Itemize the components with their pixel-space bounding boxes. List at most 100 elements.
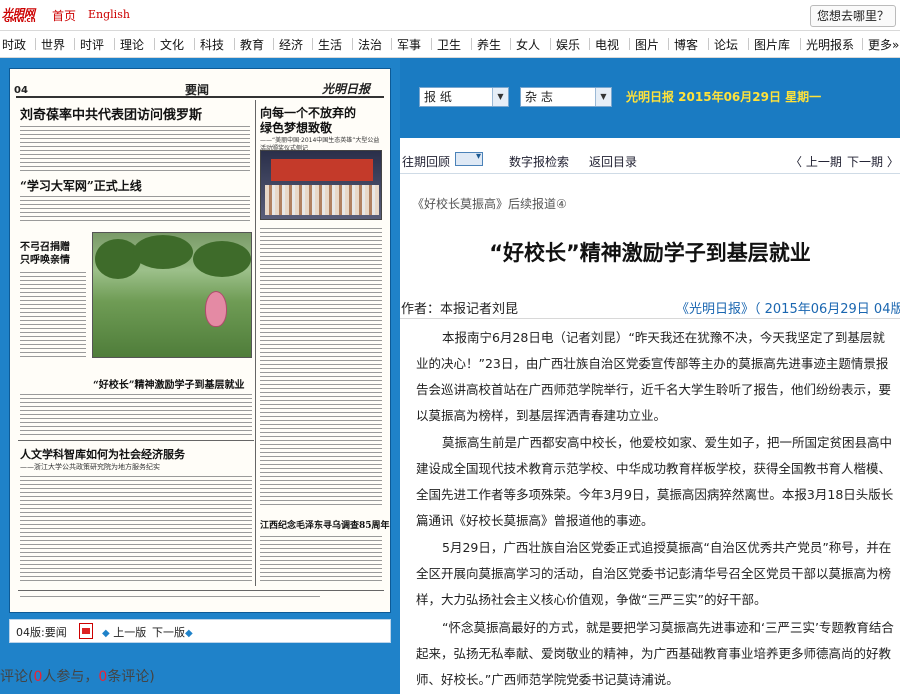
nav-item[interactable]: 时评 — [80, 36, 104, 53]
prev-page-link[interactable]: ◆ 上一版 — [102, 624, 146, 640]
nav-item[interactable]: 论坛 — [714, 36, 738, 53]
digital-search-link[interactable]: 数字报检索 — [509, 153, 569, 170]
paper-select[interactable]: 报 纸 ▼ — [419, 87, 509, 107]
chevron-down-icon: ▼ — [492, 88, 508, 106]
nav-item[interactable]: 更多» — [868, 36, 899, 53]
pdf-icon[interactable] — [79, 623, 93, 639]
page-headline[interactable]: 人文学科智库如何为社会经济服务 — [20, 446, 185, 462]
nav-separator — [800, 38, 801, 50]
page-text-block — [20, 194, 250, 224]
page-number: 04 — [14, 85, 28, 96]
nav-item[interactable]: 生活 — [318, 36, 342, 53]
page-footer-rule — [18, 590, 384, 591]
article-paragraph: “怀念莫振高最好的方式，就是要把学习莫振高先进事迹和‘三严三实’专题教育结合起来… — [416, 620, 894, 687]
nav-separator — [194, 38, 195, 50]
paper-select-value: 报 纸 — [424, 90, 452, 104]
article-series: 《好校长莫振高》后续报道④ — [412, 197, 567, 211]
page-text-block — [20, 392, 252, 436]
next-page-link[interactable]: 下一版◆ — [152, 624, 193, 640]
nav-item[interactable]: 文化 — [160, 36, 184, 53]
nav-item[interactable]: 娱乐 — [556, 36, 580, 53]
nav-item[interactable]: 法治 — [358, 36, 382, 53]
gmw-logo[interactable]: 光明网 GMW.cn — [2, 5, 42, 25]
nav-item[interactable]: 电视 — [595, 36, 619, 53]
nav-separator — [312, 38, 313, 50]
nav-separator — [35, 38, 36, 50]
nav-separator — [668, 38, 669, 50]
chevron-down-icon: ▼ — [595, 88, 611, 106]
nav-separator — [352, 38, 353, 50]
lotus-flower — [205, 291, 227, 327]
comment-count[interactable]: 评论(0人参与，0条评论) — [0, 666, 155, 686]
page-footer-text — [20, 594, 320, 600]
nav-item[interactable]: 图片 — [635, 36, 659, 53]
page-text-block — [260, 534, 382, 584]
nav-item[interactable]: 军事 — [397, 36, 421, 53]
nav-item[interactable]: 女人 — [516, 36, 540, 53]
calendar-icon[interactable] — [455, 151, 483, 166]
article-paragraph: 本报南宁6月28日电（记者刘昆）“昨天我还在犹豫不决，今天我坚定了到基层就业的决… — [416, 330, 892, 423]
comment-prefix: 评论( — [0, 669, 34, 685]
article-divider — [400, 318, 900, 319]
page-text-block — [20, 270, 86, 360]
page-text-block — [20, 474, 252, 584]
nav-item[interactable]: 科技 — [200, 36, 224, 53]
nav-item[interactable]: 教育 — [240, 36, 264, 53]
site-search-dropdown[interactable]: 您想去哪里？ — [810, 5, 896, 27]
arrow-right-icon: ◆ — [185, 628, 193, 639]
masthead-rule — [16, 96, 384, 98]
nav-item[interactable]: 博客 — [674, 36, 698, 53]
past-issues-link[interactable]: 往期回顾 — [402, 153, 450, 170]
ceremony-photo[interactable] — [260, 150, 382, 220]
nav-item[interactable]: 时政 — [2, 36, 26, 53]
tree-shape — [193, 241, 251, 277]
park-photo[interactable] — [92, 232, 252, 358]
stage-banner — [271, 159, 373, 181]
comment-number: 0 — [98, 669, 108, 685]
prev-issue-link[interactable]: 〈 上一期 — [790, 153, 842, 170]
nav-separator — [708, 38, 709, 50]
comment-middle: 人参与， — [42, 669, 99, 685]
nav-item[interactable]: 图片库 — [754, 36, 790, 53]
nav-item[interactable]: 理论 — [120, 36, 144, 53]
next-page-label: 下一版 — [152, 626, 185, 639]
page-column-divider — [255, 100, 256, 586]
nav-separator — [629, 38, 630, 50]
channel-nav: 时政 世界 时评 理论 文化 科技 教育 经济 生活 法治 军事 卫生 养生 女人 娱乐 电视 图片 博客 论坛 图片… — [0, 30, 900, 58]
article-title: “好校长”精神激励学子到基层就业 — [489, 241, 811, 265]
comment-suffix: 条评论) — [107, 669, 155, 685]
nav-separator — [589, 38, 590, 50]
nav-separator — [431, 38, 432, 50]
prev-page-label: 上一版 — [113, 626, 147, 639]
page-pager: 04版:要闻 ◆ 上一版 下一版◆ — [9, 619, 391, 643]
nav-item[interactable]: 光明报系 — [806, 36, 854, 53]
article-author: 作者：本报记者刘昆 — [401, 302, 519, 317]
article-source[interactable]: 《光明日报》（ 2015年06月29日 04版） — [676, 298, 900, 317]
page-headline[interactable]: 不弓召捐赠 只呼唤亲情 — [20, 241, 70, 267]
nav-item[interactable]: 养生 — [477, 36, 501, 53]
nav-item[interactable]: 经济 — [279, 36, 303, 53]
top-bar: 光明网 GMW.cn 首页 English 您想去哪里？ — [0, 0, 900, 30]
nav-item[interactable]: 世界 — [41, 36, 65, 53]
home-link[interactable]: 首页 — [52, 7, 76, 24]
back-to-contents-link[interactable]: 返回目录 — [589, 153, 637, 170]
article-paragraph: 莫振高生前是广西都安高中校长，他爱校如家、爱生如子，把一所国定贫困县高中建设成全… — [416, 435, 894, 528]
nav-item[interactable]: 卫生 — [437, 36, 461, 53]
article-paragraph: 5月29日，广西壮族自治区党委正式追授莫振高“自治区优秀共产党员”称号，并在全区… — [416, 540, 892, 607]
magazine-select[interactable]: 杂 志 ▼ — [520, 87, 612, 107]
page-headline[interactable]: 江西纪念毛泽东寻乌调查85周年 — [260, 518, 390, 531]
logo-subtext: GMW.cn — [4, 16, 36, 24]
page-divider — [18, 440, 254, 441]
next-issue-link[interactable]: 下一期 〉 — [847, 153, 899, 170]
page-headline[interactable]: 向每一个不放弃的 绿色梦想致敬 — [260, 106, 356, 136]
nav-separator — [74, 38, 75, 50]
page-headline[interactable]: “学习大军网”正式上线 — [20, 177, 142, 194]
nav-separator — [273, 38, 274, 50]
nav-separator — [154, 38, 155, 50]
nav-separator — [391, 38, 392, 50]
nav-separator — [471, 38, 472, 50]
page-headline[interactable]: “好校长”精神激励学子到基层就业 — [93, 376, 245, 391]
english-link[interactable]: English — [88, 8, 130, 21]
page-headline[interactable]: 刘奇葆率中共代表团访问俄罗斯 — [20, 104, 202, 123]
page-text-block — [20, 124, 250, 172]
